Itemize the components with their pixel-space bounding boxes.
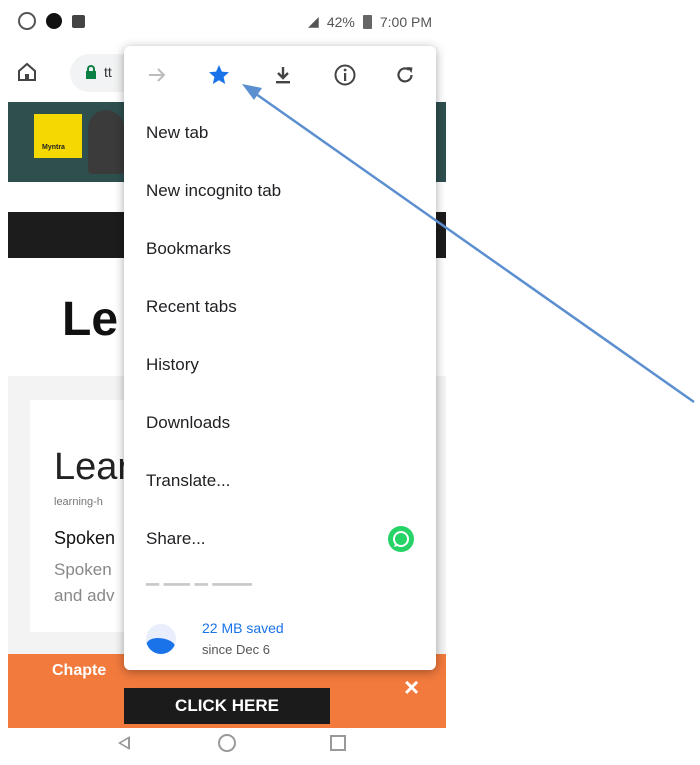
- signal-icon: ◢: [308, 13, 319, 29]
- whatsapp-notification-icon: [18, 12, 36, 30]
- promo-banner-text: Chapte: [52, 662, 107, 679]
- system-icons: ◢ 42% 7:00 PM: [308, 13, 432, 30]
- url-text[interactable]: tt: [104, 64, 112, 80]
- android-nav-bar: [0, 728, 446, 765]
- data-saver-icon: [146, 624, 176, 654]
- menu-item-label: Share...: [146, 529, 206, 548]
- menu-item-new-incognito-tab[interactable]: New incognito tab: [124, 162, 436, 220]
- menu-item-label: Downloads: [146, 413, 231, 432]
- page-title: Le: [62, 293, 119, 346]
- menu-item-label: Bookmarks: [146, 239, 232, 258]
- menu-item-downloads[interactable]: Downloads: [124, 394, 436, 452]
- page-info-button[interactable]: [330, 60, 360, 90]
- clock: 7:00 PM: [379, 13, 432, 30]
- phone-screen: ◢ 42% 7:00 PM tt Myntra Le Lear learning…: [0, 0, 446, 765]
- home-icon[interactable]: [16, 61, 38, 83]
- download-button[interactable]: [268, 60, 298, 90]
- menu-item-translate[interactable]: Translate...: [124, 452, 436, 510]
- card-heading[interactable]: Spoken: [54, 528, 115, 549]
- whatsapp-share-icon[interactable]: [388, 526, 414, 552]
- click-here-button[interactable]: CLICK HERE: [124, 688, 330, 724]
- notification-icons: [18, 12, 85, 30]
- banner-person-image: [88, 110, 124, 174]
- battery-icon: [362, 14, 372, 29]
- bookmark-star-icon: [209, 65, 229, 84]
- back-nav-icon-inner: [121, 739, 128, 747]
- menu-item-history[interactable]: History: [124, 336, 436, 394]
- download-icon: [276, 67, 290, 84]
- card-description-line-2: and adv: [54, 586, 115, 605]
- whatsapp-icon: [393, 531, 409, 547]
- close-banner-button[interactable]: ×: [404, 672, 419, 703]
- recents-nav-icon[interactable]: [330, 735, 346, 751]
- app-notification-icon: [46, 13, 62, 29]
- menu-toolbar: [124, 46, 436, 106]
- data-saver-summary[interactable]: 22 MB saved since Dec 6: [124, 606, 436, 670]
- menu-item-partially-hidden[interactable]: ▔ ▔▔ ▔ ▔▔▔: [146, 584, 252, 604]
- card-subtitle: learning-h: [54, 496, 103, 508]
- menu-item-label: History: [146, 355, 199, 374]
- gallery-notification-icon: [72, 14, 85, 28]
- menu-item-label: Translate...: [146, 471, 231, 490]
- data-saved-since: since Dec 6: [202, 642, 270, 657]
- reload-button[interactable]: [390, 60, 420, 90]
- myntra-logo-text: Myntra: [42, 144, 65, 151]
- status-bar: ◢ 42% 7:00 PM: [0, 0, 446, 44]
- menu-item-new-tab[interactable]: New tab: [124, 104, 436, 162]
- card-title: Lear: [54, 446, 131, 488]
- info-icon: [334, 64, 356, 86]
- bookmark-button[interactable]: [204, 60, 234, 90]
- refresh-icon: [397, 67, 413, 83]
- lock-icon: [86, 65, 96, 79]
- browser-overflow-menu: New tab New incognito tab Bookmarks Rece…: [124, 46, 436, 670]
- data-saved-amount: 22 MB saved: [202, 620, 284, 636]
- battery-level: 42%: [326, 13, 355, 30]
- menu-item-share[interactable]: Share...: [124, 510, 436, 568]
- menu-item-recent-tabs[interactable]: Recent tabs: [124, 278, 436, 336]
- card-description-line-1: Spoken: [54, 560, 112, 579]
- menu-item-bookmarks[interactable]: Bookmarks: [124, 220, 436, 278]
- home-nav-icon[interactable]: [218, 734, 236, 752]
- myntra-logo: [34, 114, 82, 158]
- forward-icon: [149, 68, 166, 82]
- menu-item-label: New tab: [146, 123, 209, 142]
- forward-button[interactable]: [142, 60, 172, 90]
- menu-item-label: Recent tabs: [146, 297, 237, 316]
- menu-item-label: New incognito tab: [146, 181, 282, 200]
